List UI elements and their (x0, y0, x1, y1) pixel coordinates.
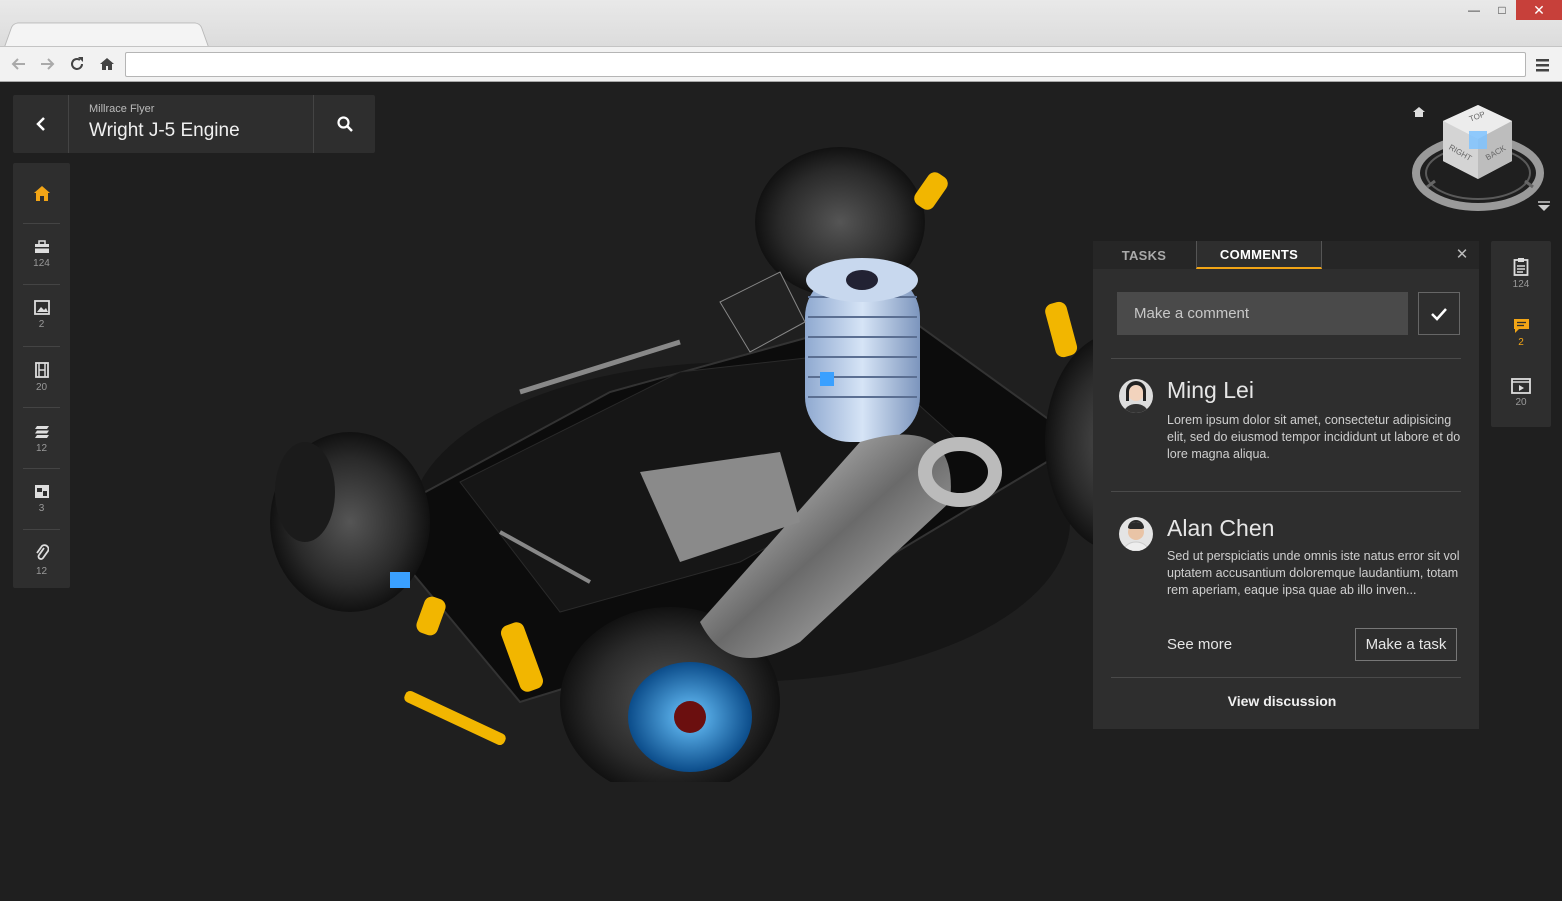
comment-icon (1513, 319, 1529, 333)
divider (1111, 358, 1461, 359)
avatar (1119, 379, 1153, 413)
sidebar-item-films[interactable]: 20 (13, 347, 70, 407)
forward-arrow-icon[interactable] (36, 53, 58, 75)
search-button[interactable] (313, 95, 375, 153)
sidebar-item-home[interactable] (13, 163, 70, 223)
home-icon (33, 185, 50, 201)
comment-text: Sed ut perspiciatis unde omnis iste natu… (1167, 549, 1460, 597)
film-icon (34, 361, 49, 378)
sidebar-item-tasks[interactable]: 124 (1491, 243, 1551, 303)
address-bar[interactable] (125, 52, 1526, 77)
sidebar-item-count: 2 (38, 319, 45, 330)
browser-toolbar (0, 46, 1562, 82)
avatar (1119, 517, 1153, 551)
page-title: Wright J-5 Engine (89, 120, 240, 141)
right-sidebar: 124 2 20 (1491, 241, 1551, 427)
sidebar-item-layers[interactable]: 12 (13, 408, 70, 468)
maximize-icon[interactable]: □ (1488, 0, 1516, 20)
sidebar-item-videos[interactable]: 20 (1491, 363, 1551, 423)
home-view-icon[interactable] (1413, 107, 1425, 117)
model-title-card: Millrace Flyer Wright J-5 Engine (13, 95, 375, 153)
comment-author: Ming Lei (1167, 377, 1254, 403)
back-arrow-icon[interactable] (8, 53, 30, 75)
browser-menu-icon[interactable] (1532, 54, 1554, 76)
home-icon[interactable] (96, 53, 118, 75)
back-button[interactable] (13, 95, 69, 153)
search-icon (336, 116, 353, 132)
comment-text: Lorem ipsum dolor sit amet, consectetur … (1167, 413, 1461, 461)
left-sidebar: 124 2 20 12 3 12 (13, 163, 70, 588)
clipboard-icon (1513, 257, 1529, 276)
sidebar-item-toolbox[interactable]: 124 (13, 224, 70, 284)
layers-icon (34, 425, 49, 438)
see-more-link[interactable]: See more (1167, 636, 1232, 653)
browser-title-bar: — □ ✕ (0, 0, 1562, 47)
video-icon (1511, 378, 1531, 394)
reload-icon[interactable] (66, 53, 88, 75)
chevron-left-icon (35, 117, 45, 131)
sidebar-item-count: 12 (35, 565, 48, 577)
submit-comment-button[interactable] (1418, 292, 1460, 335)
paperclip-icon (35, 543, 49, 560)
viewcube-menu-icon[interactable] (1538, 201, 1550, 211)
browser-tab[interactable] (4, 22, 209, 47)
sidebar-item-gallery[interactable]: 3 (13, 469, 70, 529)
sidebar-item-count: 12 (35, 442, 48, 454)
sidebar-item-count: 3 (38, 503, 45, 514)
sidebar-item-count: 2 (1518, 337, 1524, 348)
make-task-button[interactable]: Make a task (1355, 628, 1457, 661)
project-name: Millrace Flyer (89, 103, 155, 115)
sidebar-item-count: 20 (1515, 397, 1527, 408)
comment-author: Alan Chen (1167, 515, 1275, 541)
sidebar-item-count: 124 (33, 257, 50, 269)
toolbox-icon (34, 239, 49, 253)
close-icon[interactable]: ✕ (1453, 246, 1471, 264)
sidebar-item-count: 124 (1512, 278, 1530, 290)
gallery-icon (34, 485, 49, 498)
tab-tasks[interactable]: TASKS (1093, 241, 1195, 269)
close-window-icon[interactable]: ✕ (1516, 0, 1562, 20)
divider (1111, 677, 1461, 678)
view-discussion-link[interactable]: View discussion (1093, 693, 1471, 709)
panel-tabs: TASKS COMMENTS ✕ (1093, 241, 1479, 269)
sidebar-item-count: 20 (35, 381, 48, 393)
3d-viewport[interactable]: Millrace Flyer Wright J-5 Engine 124 2 2… (0, 82, 1562, 901)
view-cube[interactable]: TOP RIGHT BACK (1405, 97, 1555, 217)
comment-input[interactable] (1117, 292, 1408, 335)
comments-panel: TASKS COMMENTS ✕ Ming Lei Lorem ipsum do… (1093, 241, 1479, 729)
tab-comments[interactable]: COMMENTS (1196, 241, 1322, 269)
sidebar-item-comments[interactable]: 2 (1491, 303, 1551, 363)
sidebar-item-attachments[interactable]: 12 (13, 530, 70, 590)
checkmark-icon (1431, 307, 1447, 321)
rc-car-model-render[interactable] (260, 142, 1120, 782)
minimize-icon[interactable]: — (1460, 0, 1488, 20)
sidebar-item-images[interactable]: 2 (13, 285, 70, 345)
divider (1111, 491, 1461, 492)
image-icon (33, 300, 50, 315)
